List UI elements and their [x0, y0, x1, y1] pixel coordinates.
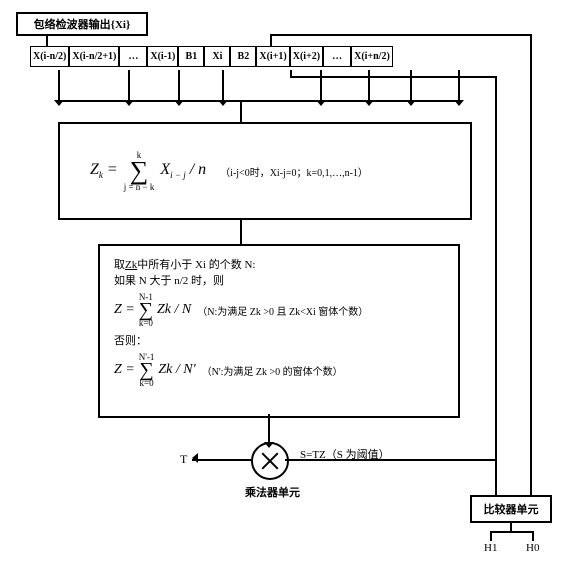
line1: 取Zk中所有小于 Xi 的个数 N:: [114, 256, 444, 272]
multiplier-icon: [251, 442, 289, 480]
arrow: [410, 70, 412, 100]
cell: X(i+n/2): [351, 46, 393, 67]
cell-xi: Xi: [204, 46, 230, 67]
cell: B1: [178, 46, 204, 67]
comp-out: [510, 521, 512, 531]
arrow: [222, 70, 224, 100]
cell-ellipsis: …: [119, 46, 147, 67]
zk-condition: （i-j<0时，Xi-j=0；k=0,1,…,n-1）: [220, 164, 368, 179]
arrow: [58, 70, 60, 100]
cell: B2: [230, 46, 256, 67]
h0-line: [532, 531, 534, 541]
zk-rhs: Xi − j / n: [160, 161, 206, 180]
sample-window-row: X(i-n/2) X(i-n/2+1) … X(i-1) B1 Xi B2 X(…: [30, 46, 393, 67]
comp-split: [490, 531, 532, 533]
h1-line: [490, 531, 492, 541]
arrow: [530, 459, 532, 495]
arrow: [240, 100, 242, 122]
s-output-label: S=TZ（S 为阈值）: [300, 446, 390, 462]
t-input-label: T: [180, 452, 187, 467]
comparator-unit: 比较器单元: [470, 495, 552, 523]
envelope-detector-output: 包络检波器输出{Xi}: [16, 12, 148, 36]
connector: [46, 34, 48, 46]
arrow: [368, 70, 370, 100]
s-right-line: [495, 76, 497, 459]
cell: X(i-1): [147, 46, 178, 67]
cell: X(i-n/2+1): [69, 46, 119, 67]
formula-z-nprime: Z = N'-1 ∑ k=0 Zk / N' （N':为满足 Zk >0 的窗体…: [114, 352, 444, 388]
zk-formula-box: Zk = k ∑ j = n − k Xi − j / n （i-j<0时，Xi…: [58, 122, 472, 220]
arrow: [240, 218, 242, 244]
sigma-lower: j = n − k: [124, 182, 155, 192]
xi-right-line: [530, 34, 532, 502]
line3: 否则：: [114, 332, 444, 348]
z-selection-box: 取Zk中所有小于 Xi 的个数 N: 如果 N 大于 n/2 时，则 Z = N…: [98, 244, 460, 418]
formula-z-n: Z = N-1 ∑ k=0 Zk / N （N:为满足 Zk >0 且 Zk<X…: [114, 292, 444, 328]
bus-line: [58, 100, 458, 102]
t-line: [192, 459, 251, 461]
line2: 如果 N 大于 n/2 时，则: [114, 272, 444, 288]
arrow: [320, 70, 322, 100]
xi-top-line: [270, 34, 530, 36]
t-arrowhead: [192, 453, 198, 463]
arrow: [178, 70, 180, 100]
arrow: [458, 70, 460, 100]
arrow: [128, 70, 130, 100]
cell: X(i-n/2): [30, 46, 69, 67]
h1-label: H1: [484, 542, 497, 554]
arrow: [495, 459, 497, 495]
multiplier-label: 乘法器单元: [245, 484, 300, 500]
zk-lhs: Zk =: [90, 161, 118, 180]
arrow: [268, 414, 270, 442]
sigma-icon: ∑: [130, 160, 149, 182]
cell: X(i+2): [290, 46, 323, 67]
b2-line: [290, 76, 495, 78]
h0-label: H0: [526, 542, 539, 554]
cell-ellipsis: …: [323, 46, 351, 67]
cell: X(i+1): [256, 46, 289, 67]
